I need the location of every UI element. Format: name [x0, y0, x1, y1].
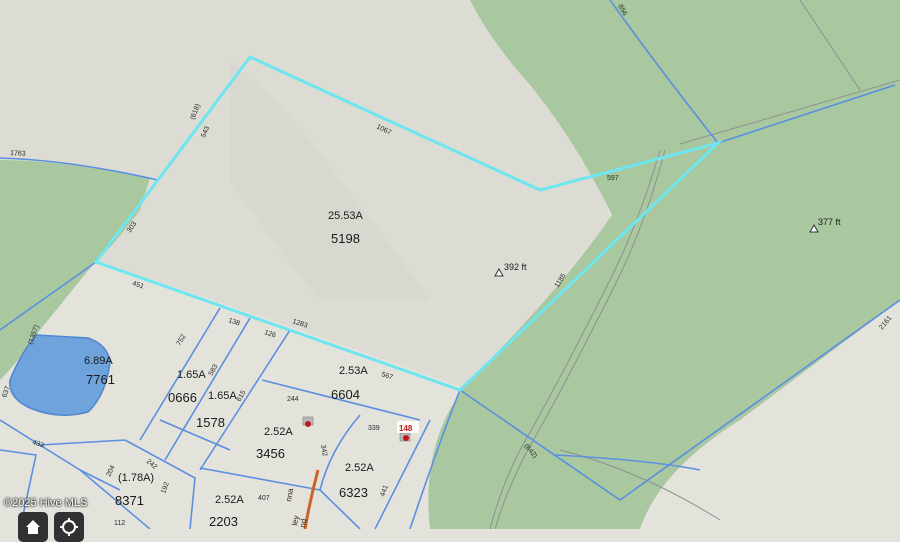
parcel-acreage: 2.53A — [339, 365, 368, 377]
parcel-id: 6323 — [339, 485, 368, 500]
dim-label: 204 — [105, 464, 116, 478]
dim-label: 752 — [176, 333, 188, 347]
parcel-acreage: 1.65A — [208, 390, 237, 402]
dim-label: 244 — [287, 396, 299, 403]
dim-label: 138 — [227, 317, 240, 327]
dim-label: 441 — [379, 484, 390, 497]
dim-label: 339 — [368, 425, 380, 432]
lot-label: 148 — [399, 424, 413, 433]
road-label: nna — [284, 487, 295, 502]
dim-label: 126 — [263, 329, 276, 339]
dim-label: 112 — [114, 520, 125, 527]
road-labels: nna ley nd — [284, 487, 308, 528]
parcel-id: 0666 — [168, 390, 197, 405]
dim-label: 192 — [160, 481, 171, 494]
parcel-acreage: 6.89A — [84, 355, 113, 367]
parcel-acreage: 1.65A — [177, 369, 206, 381]
parcel-id: 7761 — [86, 372, 115, 387]
road-label: nd — [298, 518, 308, 528]
dim-label: 567 — [380, 371, 393, 381]
parcel-id: 1578 — [196, 415, 225, 430]
dim-label: 433 — [31, 439, 44, 449]
parcel-id: 6604 — [331, 387, 360, 402]
dim-label: 242 — [145, 458, 159, 471]
dim-label: 2161 — [878, 315, 893, 332]
marker-dot-icon — [403, 435, 409, 441]
parcel-id: 3456 — [256, 446, 285, 461]
map-controls — [18, 512, 84, 542]
dim-label: 342 — [319, 444, 328, 457]
parcel-acreage: 2.52A — [345, 462, 374, 474]
dim-label: 615 — [236, 389, 248, 403]
dim-label: 583 — [208, 363, 220, 377]
map-credit: ©2025 Hive MLS — [4, 497, 88, 509]
dim-label: 597 — [607, 175, 619, 182]
locate-icon — [60, 518, 78, 536]
dim-label: 407 — [258, 495, 270, 502]
parcel-acreage: 2.52A — [264, 426, 293, 438]
parcel-acreage: (1.78A) — [118, 472, 154, 484]
dim-label: 451 — [131, 280, 144, 290]
home-icon — [26, 520, 40, 534]
parcel-map[interactable]: 1067 (618) 543 303 1763 597 1185 451 128… — [0, 0, 900, 529]
elevation-label: 377 ft — [818, 217, 841, 227]
parcel-acreage: 2.52A — [215, 494, 244, 506]
marker-dot-icon — [305, 421, 311, 427]
subject-parcel-acreage: 25.53A — [328, 210, 364, 222]
elevation-label: 392 ft — [504, 262, 527, 272]
parcel-id: 2203 — [209, 514, 238, 529]
dim-label: 637 — [1, 385, 12, 398]
locate-button[interactable] — [54, 512, 84, 542]
subject-parcel-id: 5198 — [331, 231, 360, 246]
parcel-id: 8371 — [115, 493, 144, 508]
dim-label: 1763 — [10, 150, 26, 158]
home-button[interactable] — [18, 512, 48, 542]
